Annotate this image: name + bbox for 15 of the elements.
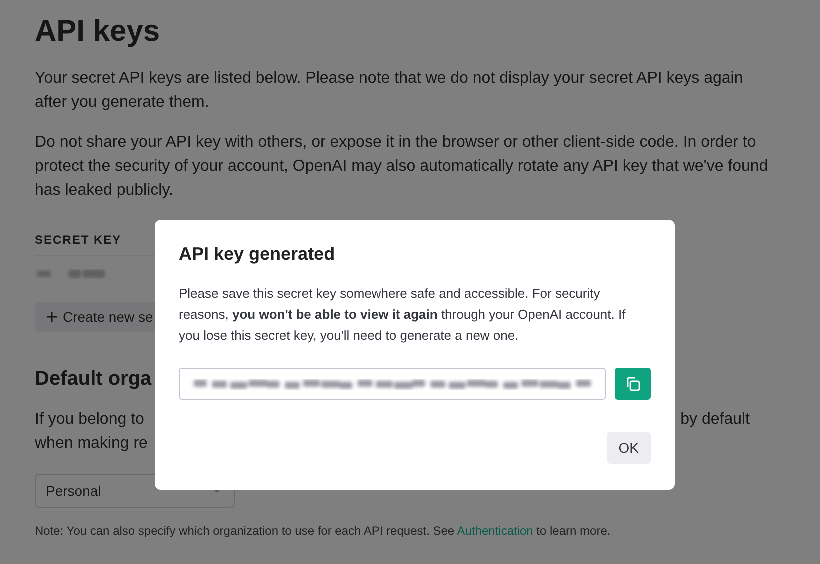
- page-title: API keys: [35, 14, 162, 50]
- copy-icon: [625, 376, 641, 392]
- plus-icon: [47, 312, 57, 322]
- copy-button[interactable]: [615, 368, 651, 400]
- dialog-message: Please save this secret key somewhere safe and accessible. For security reasons, you won't be able to view it again through your OpenAI account. If you lose this secret key, you'll need to generate a new one.: [179, 285, 627, 345]
- ok-button[interactable]: OK: [606, 432, 651, 464]
- note-text: Note: You can also specify which organization to use for each API request. See Authentication to learn more.: [35, 523, 612, 539]
- description-text: by default: [680, 410, 750, 430]
- description-text: Do not share your API key with others, or expose it in the browser or other client-side code. In order to protect the security of your account, OpenAI may also automatically rotate any API key that we've found has leaked publicly.: [35, 133, 770, 201]
- description-text: Your secret API keys are listed below. Please note that we do not display your secret API keys again after you generate them.: [35, 69, 744, 113]
- description-text: If you belong to: [35, 410, 146, 430]
- secret-key-field[interactable]: [179, 368, 606, 400]
- dialog-title: API key generated: [179, 243, 336, 266]
- description-text: when making re: [35, 434, 148, 454]
- section-heading: Default orga: [35, 367, 153, 392]
